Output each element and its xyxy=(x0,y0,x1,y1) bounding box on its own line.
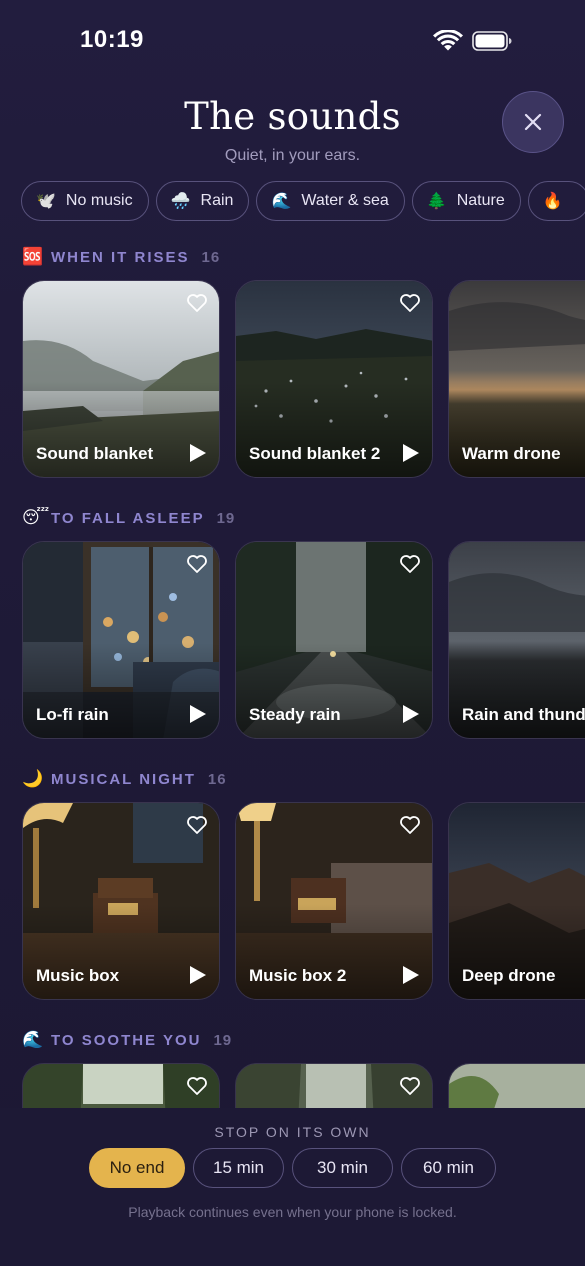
card-title: Rain and thunder xyxy=(462,705,585,724)
section-header: 🌙 MUSICAL NIGHT 16 xyxy=(22,768,227,790)
sound-card[interactable]: Steady rain xyxy=(235,541,433,739)
heart-icon[interactable] xyxy=(399,554,421,574)
heart-icon[interactable] xyxy=(186,293,208,313)
section-title: MUSICAL NIGHT xyxy=(51,770,196,788)
sleeping-face-icon: 😴 xyxy=(22,508,50,527)
play-icon[interactable] xyxy=(402,443,420,463)
chip-label: Water & sea xyxy=(301,192,389,209)
timer-options: No end 15 min 30 min 60 min xyxy=(0,1148,585,1188)
card-title: Music box 2 xyxy=(249,966,347,985)
sound-card[interactable]: Lo-fi rain xyxy=(22,541,220,739)
close-button[interactable] xyxy=(502,91,564,153)
chip-fire[interactable]: 🔥 xyxy=(527,181,585,221)
chip-label: Rain xyxy=(200,192,234,209)
sound-card[interactable]: Rain and thunder xyxy=(448,541,585,739)
fire-icon: 🔥 xyxy=(542,193,563,210)
sound-card[interactable]: Music box 2 xyxy=(235,802,433,1000)
wave-icon: 🌊 xyxy=(271,193,292,210)
close-icon xyxy=(524,113,542,131)
sound-card[interactable]: Sound blanket 2 xyxy=(235,280,433,478)
stop-title: STOP ON ITS OWN xyxy=(214,1124,371,1140)
card-title: Warm drone xyxy=(462,444,561,463)
page-subtitle: Quiet, in your ears. xyxy=(224,147,361,164)
battery-icon xyxy=(472,31,512,51)
moon-icon: 🌙 xyxy=(22,769,44,788)
card-title: Sound blanket 2 xyxy=(249,444,381,463)
card-title: Steady rain xyxy=(249,705,341,724)
timer-60-min[interactable]: 60 min xyxy=(401,1148,496,1188)
heart-icon[interactable] xyxy=(399,293,421,313)
chip-nature[interactable]: 🌲 Nature xyxy=(411,181,521,221)
card-title: Sound blanket xyxy=(36,444,154,463)
section-count: 19 xyxy=(213,1031,233,1049)
lock-note: Playback continues even when your phone … xyxy=(128,1204,457,1220)
sound-card[interactable]: Sound blanket xyxy=(22,280,220,478)
status-time: 10:19 xyxy=(80,26,144,53)
section-header: 🌊 TO SOOTHE YOU 19 xyxy=(22,1029,232,1051)
play-icon[interactable] xyxy=(189,443,207,463)
play-icon[interactable] xyxy=(402,704,420,724)
sound-row: Sound blanket Sound blanket 2 Warm drone xyxy=(22,280,585,478)
category-chips: 🕊️ No music 🌧️ Rain 🌊 Water & sea 🌲 Natu… xyxy=(21,181,585,221)
sos-icon: 🆘 xyxy=(22,247,44,266)
card-title: Music box xyxy=(36,966,120,985)
rain-cloud-icon: 🌧️ xyxy=(170,193,191,210)
sound-card[interactable]: Warm drone xyxy=(448,280,585,478)
section-count: 16 xyxy=(207,770,227,788)
timer-no-end[interactable]: No end xyxy=(89,1148,185,1188)
timer-30-min[interactable]: 30 min xyxy=(292,1148,393,1188)
timer-15-min[interactable]: 15 min xyxy=(193,1148,284,1188)
heart-icon[interactable] xyxy=(399,815,421,835)
section-title: TO SOOTHE YOU xyxy=(51,1031,202,1049)
heart-icon[interactable] xyxy=(399,1076,421,1096)
sound-row: Music box Music box 2 Deep drone xyxy=(22,802,585,1000)
card-title: Deep drone xyxy=(462,966,556,985)
chip-water-sea[interactable]: 🌊 Water & sea xyxy=(256,181,405,221)
section-count: 16 xyxy=(201,248,221,266)
sound-card[interactable]: Music box xyxy=(22,802,220,1000)
chip-label: No music xyxy=(65,192,133,209)
status-bar: 10:19 xyxy=(0,0,585,80)
wifi-icon xyxy=(433,30,463,51)
dove-icon: 🕊️ xyxy=(36,193,56,210)
page-title: The sounds xyxy=(184,95,401,138)
chip-no-music[interactable]: 🕊️ No music xyxy=(21,181,149,221)
section-title: WHEN IT RISES xyxy=(51,248,190,266)
heart-icon[interactable] xyxy=(186,1076,208,1096)
sound-row: Lo-fi rain Steady rain Rain and thunder xyxy=(22,541,585,739)
play-icon[interactable] xyxy=(402,965,420,985)
section-count: 19 xyxy=(216,509,236,527)
card-title: Lo-fi rain xyxy=(36,705,109,724)
play-icon[interactable] xyxy=(189,704,207,724)
chip-label: Nature xyxy=(456,192,505,209)
chip-rain[interactable]: 🌧️ Rain xyxy=(155,181,250,221)
tree-icon: 🌲 xyxy=(426,193,447,210)
sound-card[interactable]: Deep drone xyxy=(448,802,585,1000)
wave-icon: 🌊 xyxy=(22,1030,44,1049)
heart-icon[interactable] xyxy=(186,554,208,574)
section-header: 🆘 WHEN IT RISES 16 xyxy=(22,246,220,268)
play-icon[interactable] xyxy=(189,965,207,985)
stop-timer-panel: STOP ON ITS OWN No end 15 min 30 min 60 … xyxy=(0,1108,585,1266)
section-title: TO FALL ASLEEP xyxy=(51,509,205,527)
section-header: 😴 TO FALL ASLEEP 19 xyxy=(22,507,235,529)
heart-icon[interactable] xyxy=(186,815,208,835)
